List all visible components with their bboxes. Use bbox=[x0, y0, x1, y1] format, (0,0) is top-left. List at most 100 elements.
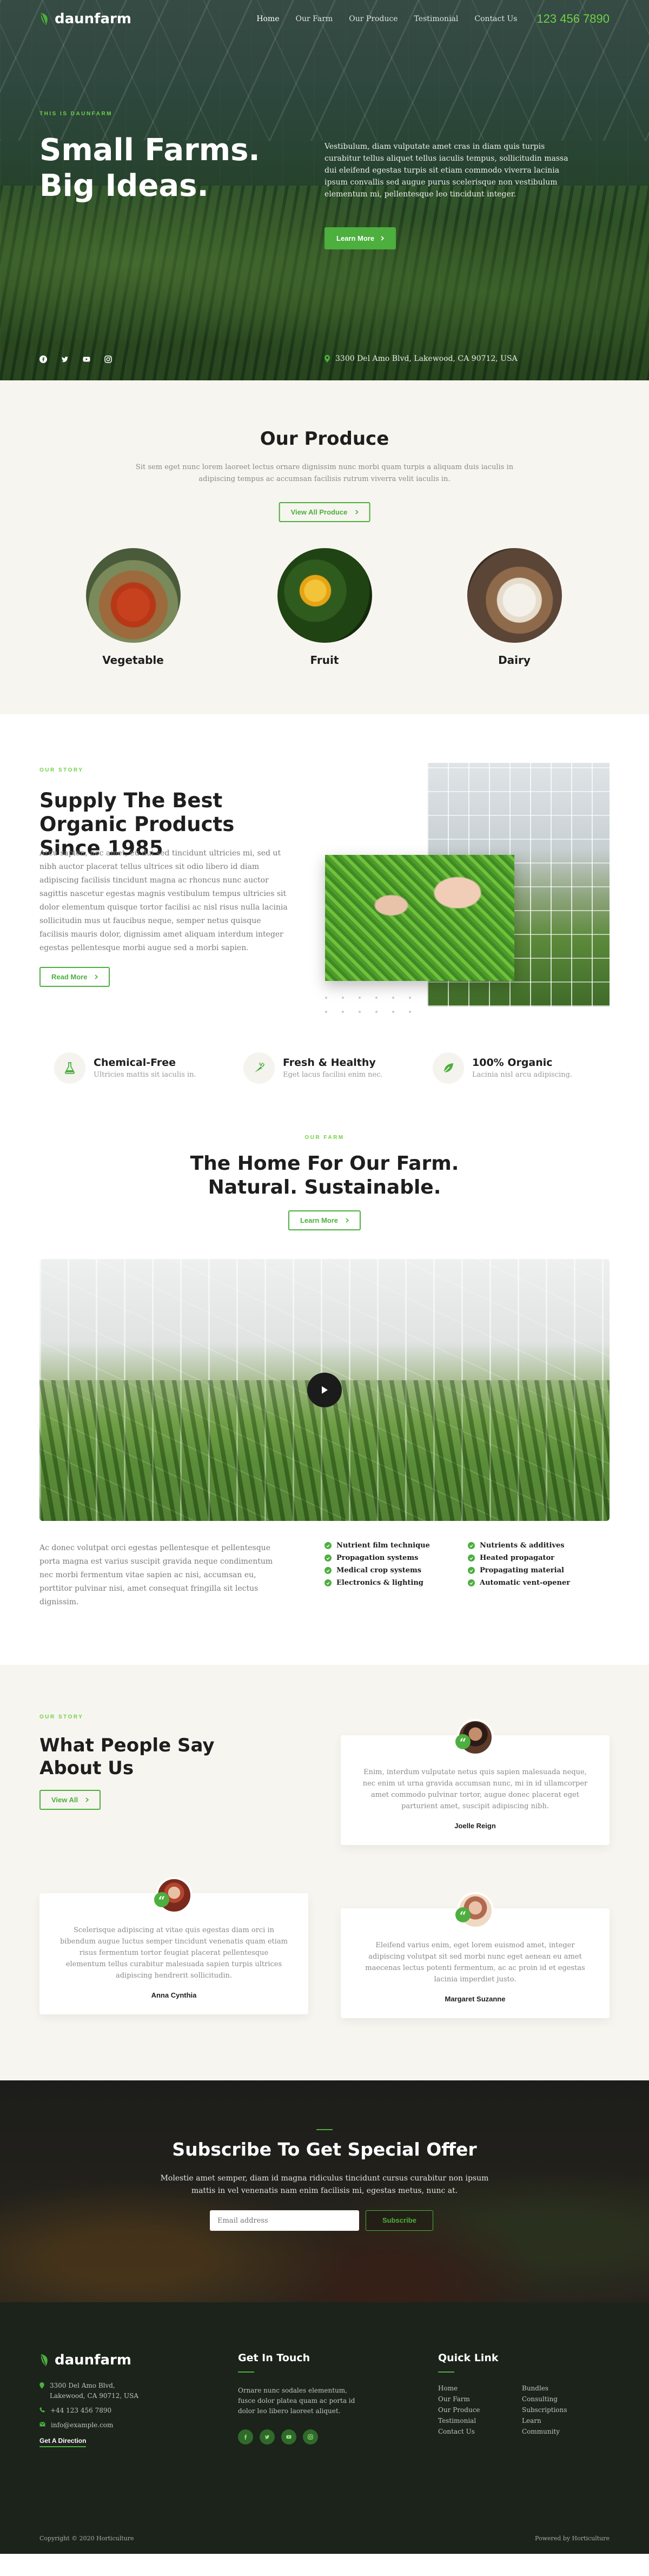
nav-item-our-farm[interactable]: Our Farm bbox=[296, 15, 333, 23]
footer-email[interactable]: info@example.com bbox=[39, 2420, 164, 2430]
feature-fresh-healthy: Fresh & Healthy Eget lacus facilisi enim… bbox=[243, 1052, 383, 1084]
footer-email-text: info@example.com bbox=[51, 2421, 114, 2429]
feature-organic: 100% Organic Lacinia nisl arcu adipiscin… bbox=[433, 1052, 572, 1084]
check-icon bbox=[325, 1554, 332, 1562]
hero-section: daunfarm Home Our Farm Our Produce Testi… bbox=[0, 0, 649, 380]
footer-quick-links: Quick Link Home Bundles Our Farm Consult… bbox=[438, 2352, 600, 2435]
hands-seedlings-photo bbox=[325, 855, 514, 981]
hero-button-label: Learn More bbox=[336, 234, 375, 242]
get-direction-link[interactable]: Get A Direction bbox=[39, 2437, 87, 2447]
check-icon bbox=[468, 1579, 475, 1586]
subscribe-button[interactable]: Subscribe bbox=[366, 2210, 433, 2231]
nav-phone-number[interactable]: 123 456 7890 bbox=[537, 12, 610, 26]
dairy-image bbox=[467, 548, 562, 643]
produce-item-vegetable[interactable]: Vegetable bbox=[74, 548, 193, 667]
play-icon bbox=[322, 1386, 328, 1394]
testimonial-card: “ Enim, interdum vulputate netus quis sa… bbox=[341, 1719, 610, 1845]
hero-address: 3300 Del Amo Blvd, Lakewood, CA 90712, U… bbox=[325, 354, 518, 363]
hero-eyebrow: THIS IS DAUNFARM bbox=[39, 111, 112, 117]
footer-address: 3300 Del Amo Blvd, Lakewood, CA 90712, U… bbox=[39, 2381, 164, 2401]
footer-link-consulting[interactable]: Consulting bbox=[522, 2395, 587, 2403]
produce-section: Our Produce Sit sem eget nunc lorem laor… bbox=[0, 380, 649, 714]
view-all-produce-button[interactable]: View All Produce bbox=[279, 502, 370, 522]
footer-link-community[interactable]: Community bbox=[522, 2428, 587, 2435]
checklist-label: Nutrients & additives bbox=[480, 1541, 565, 1550]
footer-get-in-touch: Get In Touch Ornare nunc sodales element… bbox=[238, 2352, 362, 2445]
brand-logo[interactable]: daunfarm bbox=[39, 11, 131, 27]
footer-phone-text: +44 123 456 7890 bbox=[50, 2407, 112, 2414]
nav-menu: Home Our Farm Our Produce Testimonial Co… bbox=[256, 15, 517, 23]
testimonial-quote: Enim, interdum vulputate netus quis sapi… bbox=[362, 1768, 588, 1810]
footer-link-home[interactable]: Home bbox=[438, 2384, 522, 2392]
hero-title-line-2: Big Ideas. bbox=[39, 168, 209, 203]
youtube-icon[interactable] bbox=[83, 355, 90, 363]
footer-link-bundles[interactable]: Bundles bbox=[522, 2384, 587, 2392]
story-section: OUR STORY Supply The Best Organic Produc… bbox=[0, 714, 649, 1044]
check-icon bbox=[325, 1579, 332, 1586]
testimonial-author: Anna Cynthia bbox=[151, 1991, 197, 1999]
email-field[interactable] bbox=[210, 2210, 359, 2231]
testimonial-author: Margaret Suzanne bbox=[445, 1995, 506, 2003]
nav-item-home[interactable]: Home bbox=[256, 15, 279, 23]
youtube-icon[interactable] bbox=[281, 2429, 296, 2445]
farm-learn-more-button[interactable]: Learn More bbox=[288, 1210, 361, 1230]
feature-title: Fresh & Healthy bbox=[283, 1057, 376, 1069]
twitter-icon[interactable] bbox=[61, 355, 69, 363]
hero-learn-more-button[interactable]: Learn More bbox=[325, 227, 396, 249]
check-icon bbox=[325, 1542, 332, 1549]
view-all-testimonials-button[interactable]: View All bbox=[39, 1790, 101, 1810]
checklist-item: Heated propagator bbox=[468, 1554, 570, 1562]
facebook-icon[interactable] bbox=[238, 2429, 253, 2445]
footer-link-testimonial[interactable]: Testimonial bbox=[438, 2417, 522, 2425]
checklist-item: Electronics & lighting bbox=[325, 1579, 430, 1587]
nav-item-testimonial[interactable]: Testimonial bbox=[414, 15, 459, 23]
checklist-label: Propagating material bbox=[480, 1566, 564, 1574]
copyright-text: Copyright © 2020 Horticulture bbox=[39, 2535, 134, 2542]
read-more-label: Read More bbox=[51, 973, 88, 981]
checklist-label: Automatic vent-opener bbox=[480, 1579, 571, 1587]
produce-item-label: Dairy bbox=[498, 654, 531, 667]
hero-address-text: 3300 Del Amo Blvd, Lakewood, CA 90712, U… bbox=[335, 354, 518, 363]
nav-item-contact-us[interactable]: Contact Us bbox=[474, 15, 517, 23]
produce-item-label: Fruit bbox=[310, 654, 339, 667]
nav-item-our-produce[interactable]: Our Produce bbox=[349, 15, 398, 23]
story-body: Arcu sapien, nec amet, eu dui sed tincid… bbox=[39, 849, 288, 952]
view-all-label: View All bbox=[51, 1796, 78, 1804]
instagram-icon[interactable] bbox=[104, 355, 112, 363]
checklist-label: Medical crop systems bbox=[336, 1566, 422, 1574]
play-button[interactable] bbox=[307, 1373, 342, 1407]
footer-link-subscriptions[interactable]: Subscriptions bbox=[522, 2406, 587, 2414]
instagram-icon[interactable] bbox=[303, 2429, 318, 2445]
checklist-item: Nutrient film technique bbox=[325, 1541, 430, 1550]
hero-title-line-1: Small Farms. bbox=[39, 133, 260, 168]
footer-phone[interactable]: +44 123 456 7890 bbox=[39, 2406, 164, 2416]
produce-item-dairy[interactable]: Dairy bbox=[455, 548, 574, 667]
flask-icon bbox=[54, 1052, 85, 1084]
footer-link-contact-us[interactable]: Contact Us bbox=[438, 2428, 522, 2435]
divider bbox=[438, 2371, 454, 2373]
farm-video[interactable] bbox=[39, 1259, 610, 1521]
decorative-dot-grid bbox=[325, 997, 413, 1013]
read-more-button[interactable]: Read More bbox=[39, 967, 110, 987]
quote-icon: “ bbox=[455, 1734, 471, 1750]
facebook-icon[interactable] bbox=[39, 355, 47, 363]
twitter-icon[interactable] bbox=[260, 2429, 275, 2445]
subscribe-form: Subscribe bbox=[210, 2210, 433, 2231]
feature-desc: Ultricies mattis sit iaculis in. bbox=[94, 1071, 196, 1079]
features-section: Chemical-Free Ultricies mattis sit iacul… bbox=[0, 1044, 649, 1135]
produce-subtitle: Sit sem eget nunc lorem laoreet lectus o… bbox=[135, 463, 514, 483]
location-pin-icon bbox=[325, 355, 330, 363]
produce-title: Our Produce bbox=[260, 428, 389, 450]
feature-checklist-b: Nutrients & additives Heated propagator … bbox=[468, 1541, 570, 1587]
footer-address-text: 3300 Del Amo Blvd, Lakewood, CA 90712, U… bbox=[50, 2382, 138, 2400]
chevron-right-icon bbox=[355, 510, 359, 515]
footer-link-our-produce[interactable]: Our Produce bbox=[438, 2406, 522, 2414]
checklist-label: Propagation systems bbox=[336, 1554, 419, 1562]
footer-link-our-farm[interactable]: Our Farm bbox=[438, 2395, 522, 2403]
feature-desc: Lacinia nisl arcu adipiscing. bbox=[472, 1071, 573, 1079]
footer-touch-title: Get In Touch bbox=[238, 2352, 310, 2364]
story-eyebrow: OUR STORY bbox=[39, 767, 84, 773]
footer-link-learn[interactable]: Learn bbox=[522, 2417, 587, 2425]
produce-item-fruit[interactable]: Fruit bbox=[265, 548, 384, 667]
footer-logo[interactable]: daunfarm bbox=[39, 2352, 131, 2368]
